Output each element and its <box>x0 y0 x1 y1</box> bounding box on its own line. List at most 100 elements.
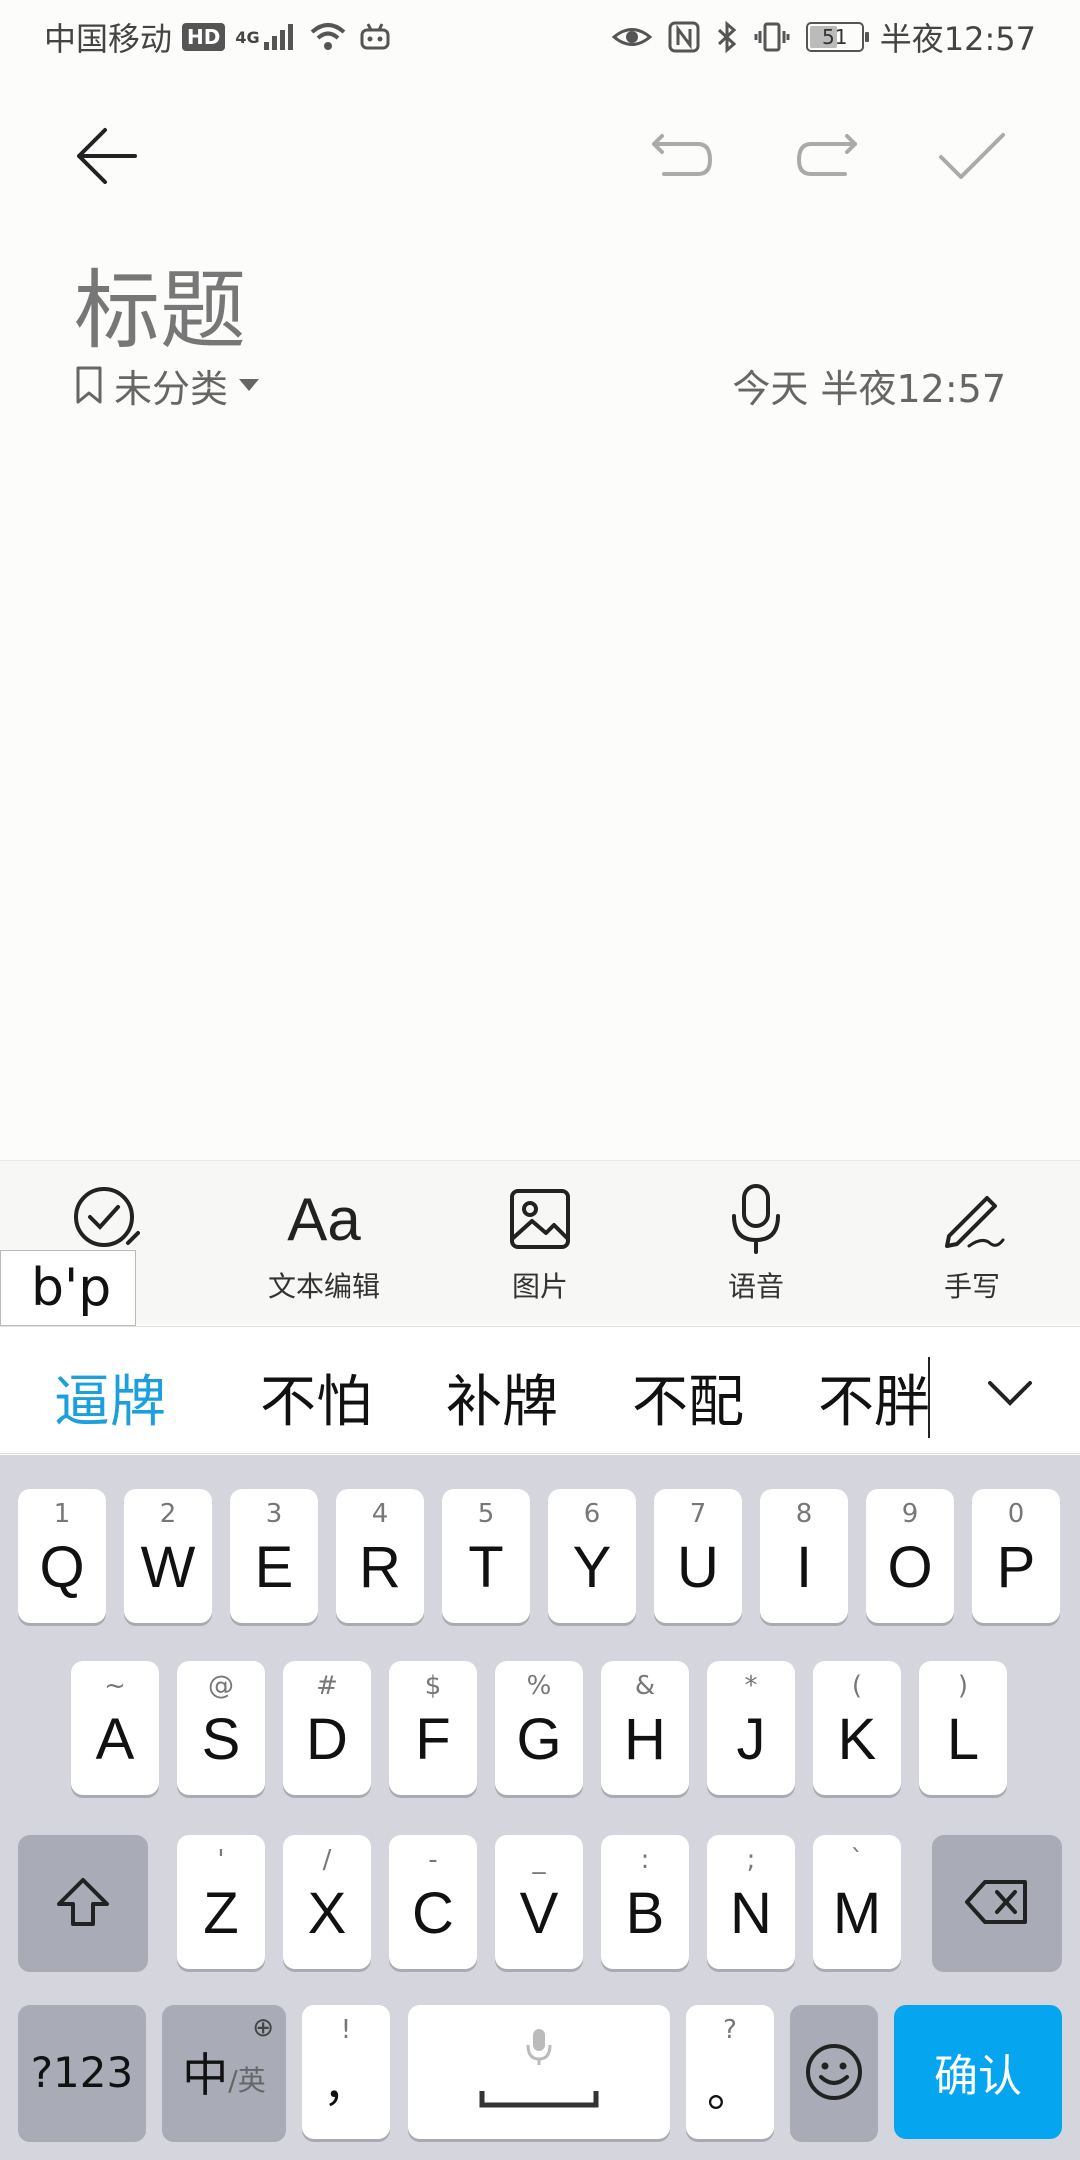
undo-icon <box>652 134 712 176</box>
key-p[interactable]: 0P <box>972 1489 1060 1623</box>
key-t[interactable]: 5T <box>442 1489 530 1623</box>
eye-comfort-icon <box>611 22 652 52</box>
redo-button[interactable] <box>787 120 867 192</box>
note-date: 今天 半夜12:57 <box>732 366 1006 411</box>
vibrate-icon <box>754 21 790 53</box>
key-w[interactable]: 2W <box>124 1489 212 1623</box>
save-button[interactable] <box>932 120 1012 192</box>
category-label: 未分类 <box>114 366 229 411</box>
battery-indicator: 51 <box>805 22 869 52</box>
key-l[interactable]: ) L <box>919 1661 1007 1795</box>
key-z[interactable]: ' Z <box>177 1835 265 1969</box>
key-m[interactable]: ` M <box>813 1835 901 1969</box>
note-meta-row: 未分类 今天 半夜12:57 <box>74 355 1006 415</box>
backspace-key[interactable] <box>932 1835 1062 1969</box>
note-tools-bar: 清单 Aa 文本编辑 图片 语音 手写 <box>0 1160 1080 1324</box>
key-secondary-label: 7 <box>689 1499 707 1529</box>
chevron-down-icon <box>988 1381 1032 1406</box>
comma-key-alt: ! <box>340 2015 352 2045</box>
clock: 半夜12:57 <box>879 20 1036 58</box>
candidate-item[interactable]: 逼牌 <box>54 1357 166 1438</box>
key-secondary-label: & <box>634 1671 656 1701</box>
shift-key[interactable] <box>18 1835 148 1969</box>
key-e[interactable]: 3E <box>230 1489 318 1623</box>
symbols-key[interactable]: ?123 <box>18 2005 146 2139</box>
confirm-key[interactable]: 确认 <box>894 2005 1062 2139</box>
key-g[interactable]: % G <box>495 1661 583 1795</box>
candidate-item[interactable]: 不怕 <box>260 1357 372 1438</box>
candidate-item[interactable]: 不配 <box>632 1357 744 1438</box>
key-primary-label: F <box>415 1706 451 1772</box>
undo-button[interactable] <box>642 120 722 192</box>
checklist-icon <box>74 1187 140 1247</box>
text-edit-button[interactable]: Aa 文本编辑 <box>234 1181 414 1311</box>
key-h[interactable]: & H <box>601 1661 689 1795</box>
pinyin-composition: b'p <box>0 1250 136 1326</box>
check-icon <box>939 133 1005 179</box>
language-switch-key[interactable]: ⊕ 中 /英 <box>162 2005 286 2139</box>
key-j[interactable]: * J <box>707 1661 795 1795</box>
network-type: 4G <box>235 27 260 47</box>
key-secondary-label: _ <box>532 1845 546 1875</box>
text-edit-label: 文本编辑 <box>267 1270 380 1303</box>
key-y[interactable]: 6Y <box>548 1489 636 1623</box>
key-secondary-label: @ <box>208 1671 234 1701</box>
key-f[interactable]: $ F <box>389 1661 477 1795</box>
status-bar: 中国移动 HD 4G 51 半夜12:57 <box>0 0 1080 72</box>
key-secondary-label: 6 <box>583 1499 601 1529</box>
key-secondary-label: ' <box>217 1845 225 1875</box>
carrier-name: 中国移动 <box>44 20 173 58</box>
nfc-icon <box>668 21 700 53</box>
key-r[interactable]: 4R <box>336 1489 424 1623</box>
key-primary-label: G <box>516 1706 562 1772</box>
key-q[interactable]: 1Q <box>18 1489 106 1623</box>
microphone-icon <box>732 1184 780 1254</box>
expand-candidates-button[interactable] <box>980 1363 1040 1423</box>
key-b[interactable]: :B <box>601 1835 689 1969</box>
hd-badge: HD <box>182 23 226 51</box>
space-key[interactable] <box>408 2005 670 2139</box>
key-d[interactable]: # D <box>283 1661 371 1795</box>
key-secondary-label: * <box>744 1671 758 1701</box>
signal-icon: 4G <box>235 22 297 52</box>
emoji-key[interactable] <box>790 2005 878 2139</box>
key-v[interactable]: _ V <box>495 1835 583 1969</box>
confirm-key-label: 确认 <box>934 2051 1022 2102</box>
period-key[interactable]: ? 。 <box>686 2005 774 2139</box>
key-secondary-label: - <box>428 1845 438 1875</box>
key-primary-label: R <box>359 1534 401 1600</box>
redo-icon <box>797 134 857 176</box>
key-secondary-label: ` <box>850 1845 864 1875</box>
key-s[interactable]: @ S <box>177 1661 265 1795</box>
key-a[interactable]: ~ A <box>71 1661 159 1795</box>
key-secondary-label: 1 <box>53 1499 71 1529</box>
note-title-input[interactable]: 标题 <box>74 240 246 365</box>
key-u[interactable]: 7U <box>654 1489 742 1623</box>
key-x[interactable]: / X <box>283 1835 371 1969</box>
comma-key-label: ， <box>323 2058 369 2112</box>
image-button[interactable]: 图片 <box>450 1181 630 1311</box>
comma-key[interactable]: ! ， <box>302 2005 390 2139</box>
key-k[interactable]: (K <box>813 1661 901 1795</box>
key-o[interactable]: 9O <box>866 1489 954 1623</box>
voice-button[interactable]: 语音 <box>666 1181 846 1311</box>
keyboard: 1Q2W3E4R5T6Y7U8I9O0P ~ A @ S # D $ F% G & H * J(K) L … <box>0 1455 1080 2160</box>
candidate-item[interactable]: 补牌 <box>446 1357 558 1438</box>
symbols-key-label: ?123 <box>30 2047 134 2097</box>
category-selector[interactable]: 未分类 <box>74 358 260 413</box>
key-secondary-label: 0 <box>1007 1499 1025 1529</box>
back-button[interactable] <box>66 120 146 192</box>
key-primary-label: D <box>306 1706 348 1772</box>
handwriting-button[interactable]: 手写 <box>882 1181 1062 1311</box>
key-i[interactable]: 8I <box>760 1489 848 1623</box>
key-primary-label: E <box>254 1534 294 1600</box>
key-secondary-label: 5 <box>477 1499 495 1529</box>
period-key-label: 。 <box>707 2063 753 2117</box>
key-primary-label: C <box>412 1880 454 1946</box>
key-primary-label: X <box>307 1880 347 1946</box>
key-c[interactable]: -C <box>389 1835 477 1969</box>
note-toolbar <box>0 100 1080 210</box>
candidate-item[interactable]: 不胖 <box>818 1357 930 1438</box>
key-secondary-label: 4 <box>371 1499 389 1529</box>
key-n[interactable]: ; N <box>707 1835 795 1969</box>
